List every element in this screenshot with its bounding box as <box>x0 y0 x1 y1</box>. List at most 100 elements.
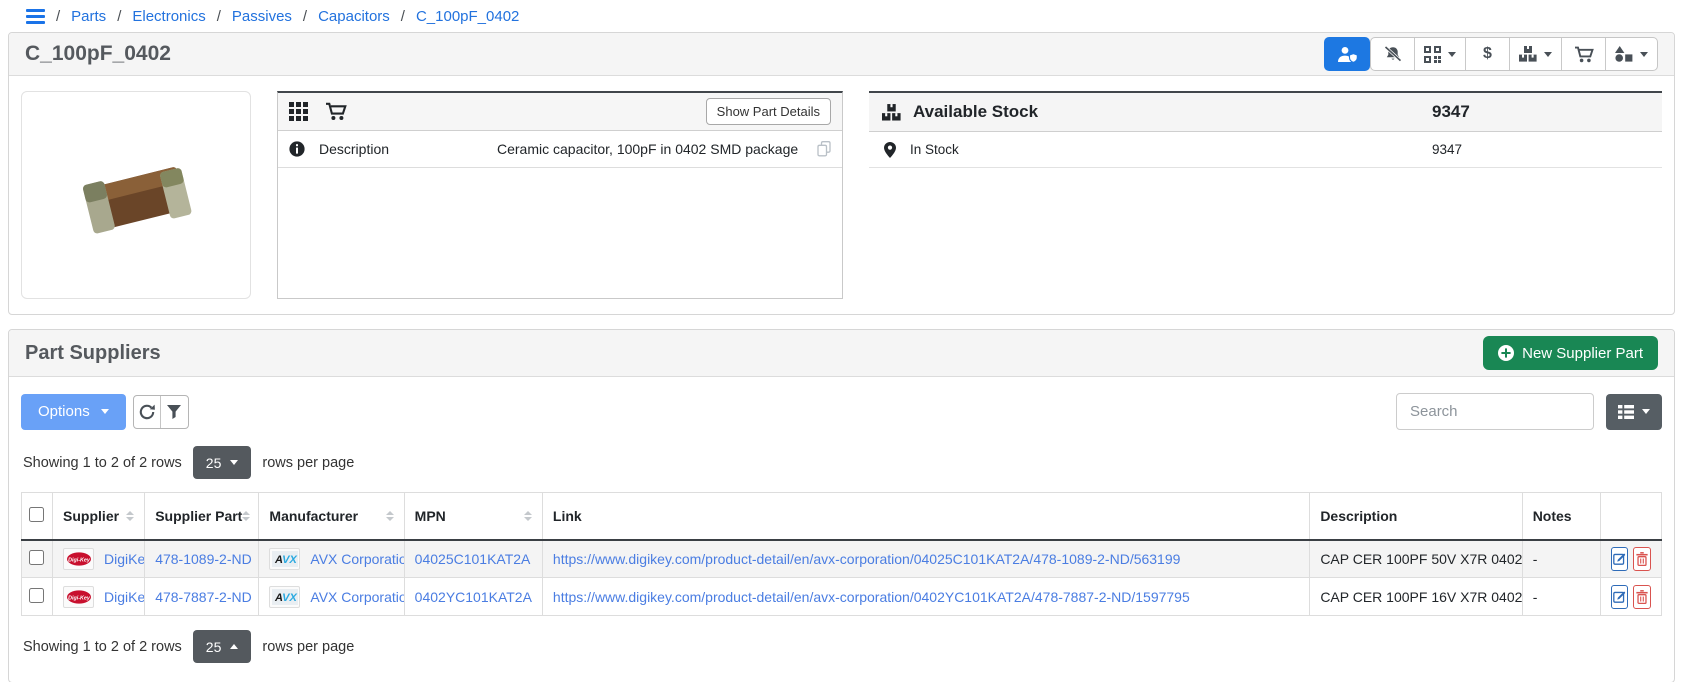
digikey-logo: Digi-Key <box>63 586 94 608</box>
cart-icon[interactable] <box>325 102 347 121</box>
svg-text:AVX: AVX <box>274 592 297 604</box>
part-actions-button[interactable] <box>1606 38 1657 70</box>
sort-icon <box>524 511 532 521</box>
column-header-link[interactable]: Link <box>542 493 1309 540</box>
breadcrumb-item-capacitors[interactable]: Capacitors <box>318 8 390 25</box>
available-stock-title: Available Stock <box>913 102 1038 122</box>
edit-supplier-part-button[interactable] <box>1611 585 1629 609</box>
sort-icon <box>242 511 250 521</box>
breadcrumb-item-passives[interactable]: Passives <box>232 8 292 25</box>
description-label: Description <box>319 141 497 157</box>
column-header-supplier[interactable]: Supplier <box>53 493 145 540</box>
part-detail-panel: C_100pF_0402 <box>8 32 1675 315</box>
subscribe-button[interactable] <box>1324 37 1370 71</box>
row-checkbox[interactable] <box>29 550 44 565</box>
column-label: Description <box>1320 508 1397 524</box>
refresh-button[interactable] <box>134 396 161 428</box>
copy-icon[interactable] <box>817 141 831 157</box>
sort-icon <box>386 511 394 521</box>
breadcrumb-separator: / <box>217 8 221 25</box>
page-size-value: 25 <box>206 455 222 471</box>
sort-icon <box>126 511 134 521</box>
stock-card-header: Available Stock 9347 <box>869 93 1662 132</box>
chevron-down-icon <box>1448 52 1456 57</box>
filter-button[interactable] <box>161 396 188 428</box>
in-stock-label: In Stock <box>910 142 959 157</box>
part-thumbnail[interactable] <box>21 91 251 299</box>
part-details-card-header: Show Part Details <box>278 93 842 131</box>
show-part-details-button[interactable]: Show Part Details <box>706 98 831 125</box>
notifications-off-button[interactable] <box>1371 38 1415 70</box>
digikey-logo: Digi-Key <box>63 548 94 570</box>
column-header-manufacturer[interactable]: Manufacturer <box>259 493 404 540</box>
bell-slash-icon <box>1383 46 1403 62</box>
notes-cell: - <box>1522 578 1600 616</box>
order-part-button[interactable] <box>1562 38 1606 70</box>
capacitor-photo <box>72 143 200 247</box>
column-header-notes[interactable]: Notes <box>1522 493 1600 540</box>
supplier-link[interactable]: DigiKey <box>104 551 145 567</box>
breadcrumb: / Parts / Electronics / Passives / Capac… <box>0 0 1683 32</box>
part-details-card: Show Part Details Description Ceramic ca… <box>277 91 843 299</box>
row-checkbox[interactable] <box>29 588 44 603</box>
page-size-dropdown[interactable]: 25 <box>193 446 252 479</box>
svg-text:Digi-Key: Digi-Key <box>68 595 91 601</box>
pagination-info-top: Showing 1 to 2 of 2 rows 25 rows per pag… <box>23 446 1662 479</box>
breadcrumb-separator: / <box>401 8 405 25</box>
page-size-dropdown[interactable]: 25 <box>193 630 252 663</box>
columns-dropdown-button[interactable] <box>1606 394 1662 430</box>
delete-supplier-part-button[interactable] <box>1633 585 1651 609</box>
external-url-link[interactable]: https://www.digikey.com/product-detail/e… <box>553 551 1181 567</box>
suppliers-panel-body: Options <box>9 377 1674 682</box>
chevron-down-icon <box>1544 52 1552 57</box>
rows-per-page-label: rows per page <box>262 455 354 471</box>
new-supplier-part-button[interactable]: New Supplier Part <box>1483 336 1658 370</box>
part-action-toolbar: $ <box>1324 37 1658 71</box>
table-columns-icon <box>1618 405 1634 419</box>
mpn-link[interactable]: 0402YC101KAT2A <box>415 589 532 605</box>
grid-icon[interactable] <box>289 102 308 121</box>
page-title: C_100pF_0402 <box>25 42 171 66</box>
manufacturer-link[interactable]: AVX Corporation <box>310 589 404 605</box>
stock-actions-button[interactable] <box>1510 38 1562 70</box>
filter-icon <box>167 405 181 419</box>
select-all-checkbox[interactable] <box>29 507 44 522</box>
part-icon-button-group: $ <box>1370 37 1658 71</box>
pricing-button[interactable]: $ <box>1466 38 1510 70</box>
column-header-supplier-part[interactable]: Supplier Part <box>145 493 259 540</box>
mpn-link[interactable]: 04025C101KAT2A <box>415 551 531 567</box>
edit-supplier-part-button[interactable] <box>1611 547 1629 571</box>
barcode-actions-button[interactable] <box>1415 38 1466 70</box>
breadcrumb-item-current-part[interactable]: C_100pF_0402 <box>416 8 519 25</box>
supplier-part-link[interactable]: 478-7887-2-ND <box>155 589 252 605</box>
svg-text:Digi-Key: Digi-Key <box>68 557 91 563</box>
description-cell: CAP CER 100PF 16V X7R 0402 <box>1310 578 1522 616</box>
options-dropdown-button[interactable]: Options <box>21 394 126 430</box>
manufacturer-link[interactable]: AVX Corporation <box>310 551 404 567</box>
hamburger-menu-icon[interactable] <box>26 9 45 24</box>
shapes-icon <box>1615 46 1633 62</box>
column-label: MPN <box>415 508 446 524</box>
supplier-part-link[interactable]: 478-1089-2-ND <box>155 551 252 567</box>
breadcrumb-item-electronics[interactable]: Electronics <box>132 8 205 25</box>
delete-supplier-part-button[interactable] <box>1633 547 1651 571</box>
avx-logo: AVX <box>269 548 300 570</box>
in-stock-row: In Stock 9347 <box>869 132 1662 168</box>
breadcrumb-item-parts[interactable]: Parts <box>71 8 106 25</box>
search-input[interactable] <box>1396 393 1594 430</box>
avx-logo: AVX <box>269 586 300 608</box>
supplier-link[interactable]: DigiKey <box>104 589 145 605</box>
available-stock-total: 9347 <box>1432 102 1470 122</box>
external-url-link[interactable]: https://www.digikey.com/product-detail/e… <box>553 589 1190 605</box>
column-header-mpn[interactable]: MPN <box>404 493 542 540</box>
pagination-info-bottom: Showing 1 to 2 of 2 rows 25 rows per pag… <box>23 630 1662 663</box>
chevron-up-icon <box>230 644 238 649</box>
breadcrumb-separator: / <box>56 8 60 25</box>
column-header-description[interactable]: Description <box>1310 493 1522 540</box>
suppliers-panel-header: Part Suppliers New Supplier Part <box>9 330 1674 377</box>
column-header-actions <box>1600 493 1661 540</box>
dollar-icon: $ <box>1483 45 1492 63</box>
available-stock-card: Available Stock 9347 In Stock 9347 <box>869 91 1662 299</box>
description-value: Ceramic capacitor, 100pF in 0402 SMD pac… <box>497 141 798 157</box>
supplier-parts-table: Supplier Supplier Part Manufacturer MPN … <box>21 492 1662 616</box>
